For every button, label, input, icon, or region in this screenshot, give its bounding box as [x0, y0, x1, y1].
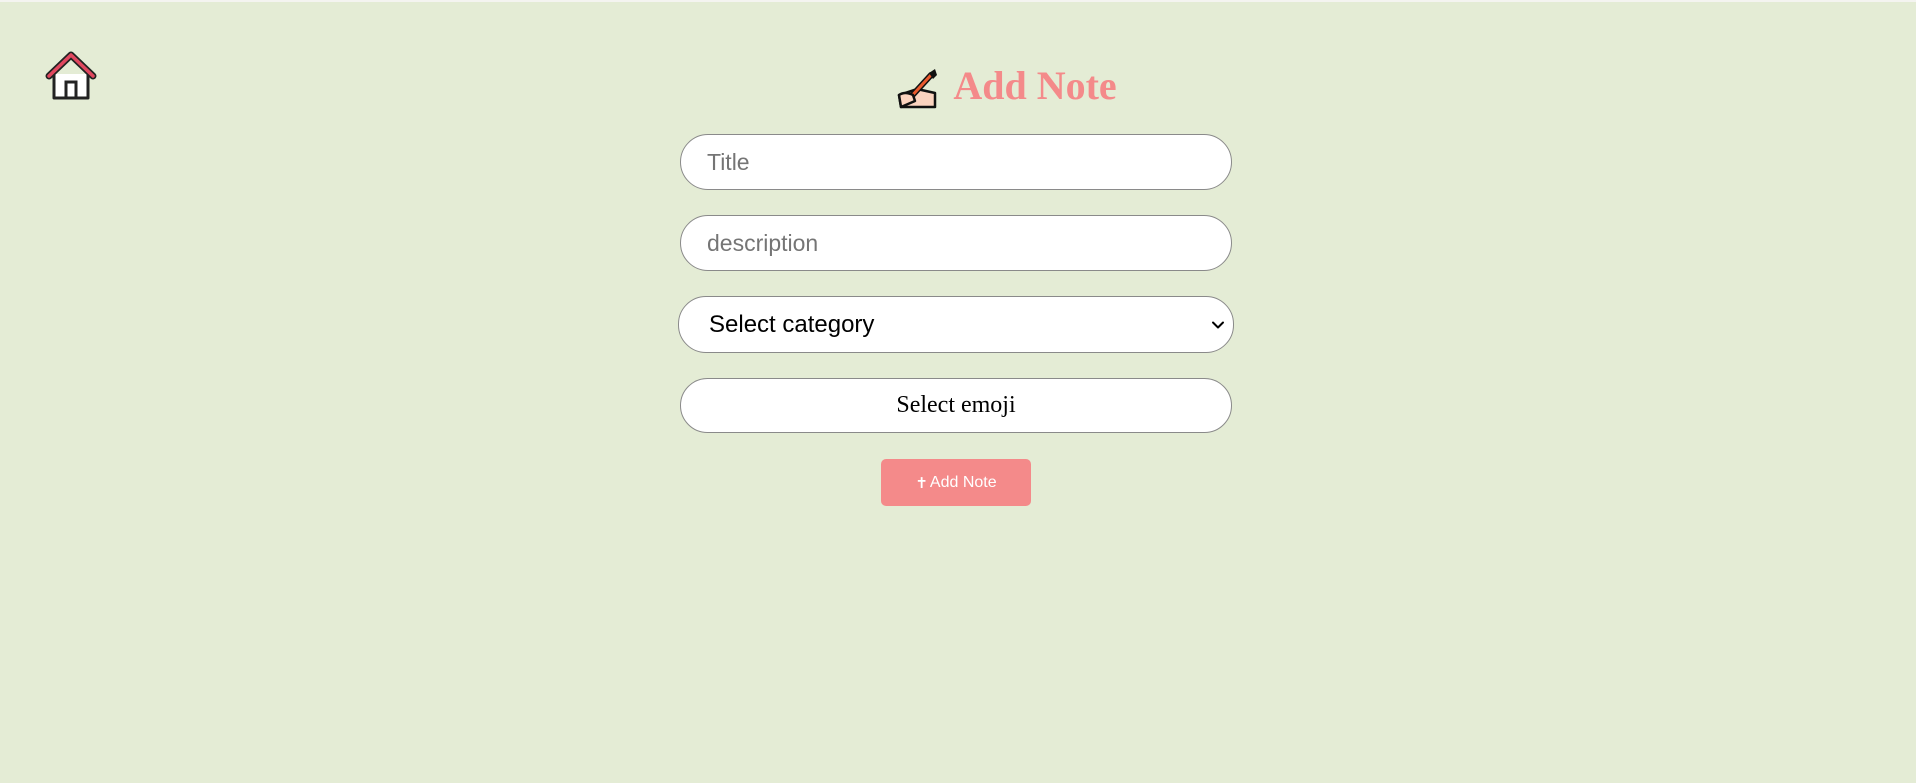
- add-icon: ✝: [915, 474, 928, 492]
- top-strip: [0, 0, 1916, 2]
- writing-hand-icon: [895, 65, 941, 111]
- page-title: Add Note: [953, 63, 1117, 108]
- category-select-value: Select category: [709, 310, 875, 338]
- select-emoji-button[interactable]: Select emoji: [680, 378, 1232, 433]
- description-input[interactable]: [680, 215, 1232, 271]
- title-input[interactable]: [680, 134, 1232, 190]
- add-note-button[interactable]: ✝ Add Note: [881, 459, 1031, 506]
- page-heading: Add Note: [48, 58, 1916, 114]
- add-note-label: Add Note: [929, 473, 997, 491]
- select-emoji-label: Select emoji: [896, 392, 1016, 418]
- category-select[interactable]: Select category: [678, 296, 1234, 353]
- chevron-down-icon: [1211, 318, 1225, 332]
